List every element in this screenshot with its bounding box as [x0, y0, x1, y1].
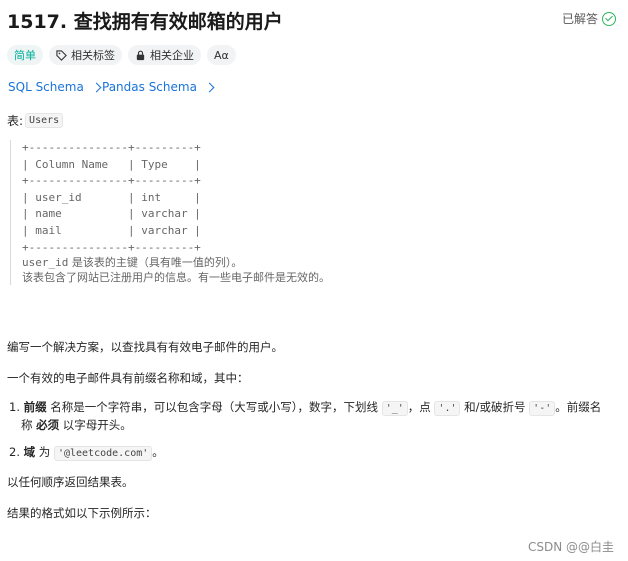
watermark: CSDN @@白圭	[527, 540, 614, 554]
schema-table: +---------------+---------+ | Column Nam…	[22, 141, 201, 254]
domain-code: '@leetcode.com'	[53, 446, 153, 461]
difficulty-label: 简单	[14, 49, 36, 62]
description-paragraph-2: 一个有效的电子邮件具有前缀名称和域，其中：	[7, 371, 249, 385]
rule-text: 。前缀名	[555, 400, 602, 414]
pandas-schema-label: Pandas Schema	[102, 80, 197, 94]
lock-icon	[136, 50, 145, 60]
related-companies-label: 相关企业	[150, 49, 194, 62]
underscore-code: '_'	[381, 401, 408, 416]
schema-note-2: 该表包含了网站已注册用户的信息。有一些电子邮件是无效的。	[22, 270, 330, 284]
sql-schema-link[interactable]: SQL Schema	[8, 80, 102, 94]
description-paragraph-4: 结果的格式如以下示例所示：	[7, 506, 157, 520]
rule-item-2-number: 2.	[9, 445, 20, 459]
description-paragraph-3: 以任何顺序返回结果表。	[7, 475, 134, 489]
table-name-line: 表: Users	[7, 112, 64, 129]
rule-text: 。	[152, 445, 164, 459]
prefix-bold: 前缀	[23, 400, 47, 414]
rule-text: 称	[21, 418, 37, 432]
rule-item-2: 2. 域 为 '@leetcode.com'。	[9, 444, 164, 462]
table-prefix: 表:	[7, 114, 24, 128]
related-tags-label: 相关标签	[71, 49, 115, 62]
chevron-right-icon	[91, 82, 102, 92]
tag-icon	[56, 49, 67, 61]
related-tags-button[interactable]: 相关标签	[49, 45, 122, 65]
dash-code: '-'	[529, 401, 556, 416]
rule-item-1-line-2: 称 必须 以字母开头。	[9, 417, 601, 433]
domain-bold: 域	[23, 445, 36, 459]
rule-text: 和/或破折号	[460, 400, 530, 414]
problem-title: 1517. 查找拥有有效邮箱的用户	[7, 11, 283, 33]
schema-note-1: user_id 是该表的主键（具有唯一值的列）。	[22, 256, 330, 271]
difficulty-badge: 简单	[7, 45, 43, 65]
description-paragraph-1: 编写一个解决方案，以查找具有有效电子邮件的用户。	[7, 340, 283, 354]
solved-status: 已解答	[562, 10, 616, 27]
font-toggle-icon: Aα	[214, 48, 229, 62]
primary-key-text: 是该表的主键（具有唯一值的列）。	[68, 256, 243, 270]
dot-code: '.'	[434, 401, 461, 416]
must-bold: 必须	[36, 418, 60, 432]
solved-label: 已解答	[561, 12, 598, 26]
related-companies-button[interactable]: 相关企业	[128, 45, 201, 65]
rule-text: ，点	[407, 400, 435, 414]
rule-text: 以字母开头。	[59, 418, 132, 432]
primary-key-code: user_id	[22, 256, 69, 270]
tag-row: 简单 相关标签 相关企业 Aα	[7, 45, 236, 65]
pandas-schema-link[interactable]: Pandas Schema	[102, 80, 215, 94]
chevron-right-icon	[204, 82, 215, 92]
rule-text: 名称是一个字符串，可以包含字母（大写或小写），数字，下划线	[46, 400, 382, 414]
schema-block: +---------------+---------+ | Column Nam…	[10, 140, 330, 286]
check-circle-icon	[602, 11, 616, 26]
table-name-code: Users	[25, 113, 64, 128]
sql-schema-label: SQL Schema	[8, 80, 84, 94]
rule-item-1-line-1: 1. 前缀 名称是一个字符串，可以包含字母（大写或小写），数字，下划线 '_'，…	[9, 399, 601, 417]
font-toggle-button[interactable]: Aα	[207, 45, 236, 65]
rule-item-1: 1. 前缀 名称是一个字符串，可以包含字母（大写或小写），数字，下划线 '_'，…	[9, 399, 601, 433]
rule-text: 为	[35, 445, 54, 459]
rule-item-1-number: 1.	[9, 400, 20, 414]
